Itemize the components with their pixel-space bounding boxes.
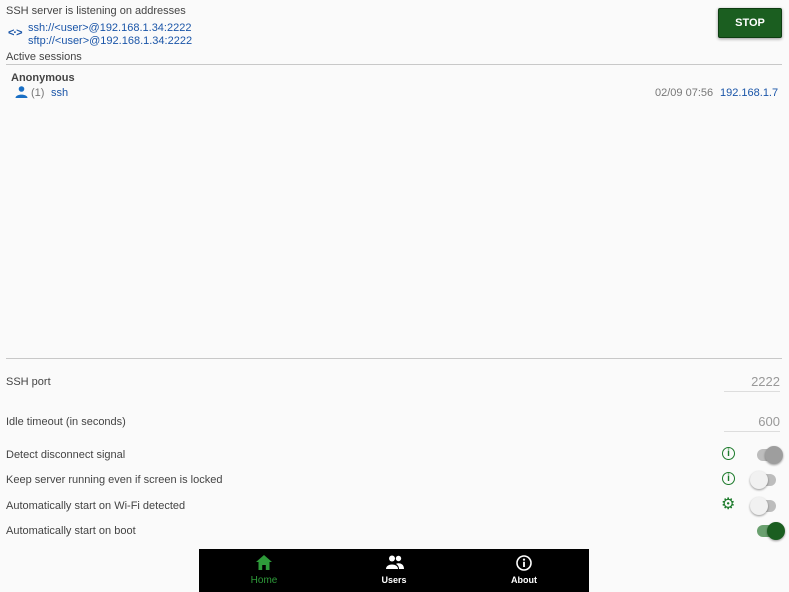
ssh-port-label: SSH port xyxy=(6,376,51,388)
nav-home-label: Home xyxy=(250,575,278,586)
info-icon[interactable]: i xyxy=(722,447,735,460)
nav-home[interactable]: Home xyxy=(199,549,329,592)
nav-about[interactable]: About xyxy=(459,549,589,592)
auto-boot-label: Automatically start on boot xyxy=(6,525,136,537)
keep-running-label: Keep server running even if screen is lo… xyxy=(6,474,223,486)
keep-running-toggle[interactable] xyxy=(750,471,776,489)
session-protocol[interactable]: ssh xyxy=(51,87,68,99)
person-icon xyxy=(15,85,28,103)
ssh-port-input[interactable]: 2222 xyxy=(724,374,780,392)
divider xyxy=(6,358,782,359)
stop-button[interactable]: STOP xyxy=(718,8,782,38)
idle-timeout-input[interactable]: 600 xyxy=(724,414,780,432)
bottom-nav: Home Users About xyxy=(199,549,589,592)
sftp-address[interactable]: sftp://<user>@192.168.1.34:2222 xyxy=(28,35,192,47)
home-icon xyxy=(256,555,272,570)
info-icon[interactable]: i xyxy=(722,472,735,485)
detect-disconnect-label: Detect disconnect signal xyxy=(6,449,126,461)
users-icon xyxy=(386,555,404,569)
gear-icon[interactable]: ⚙ xyxy=(721,497,735,513)
nav-about-label: About xyxy=(511,575,537,585)
session-count: (1) xyxy=(31,87,45,99)
divider xyxy=(6,64,782,65)
auto-boot-toggle[interactable] xyxy=(757,522,785,540)
session-ip[interactable]: 192.168.1.7 xyxy=(720,87,778,99)
listening-title: SSH server is listening on addresses xyxy=(6,5,186,17)
session-user: Anonymous xyxy=(11,72,75,84)
nav-users-label: Users xyxy=(381,575,407,585)
nav-users[interactable]: Users xyxy=(329,549,459,592)
auto-wifi-label: Automatically start on Wi-Fi detected xyxy=(6,500,186,512)
session-time: 02/09 07:56 xyxy=(655,87,714,99)
info-icon xyxy=(516,555,532,571)
auto-wifi-toggle[interactable] xyxy=(750,497,776,515)
ssh-address[interactable]: ssh://<user>@192.168.1.34:2222 xyxy=(28,22,191,34)
detect-disconnect-toggle[interactable] xyxy=(757,446,783,464)
code-arrows-icon: <·> xyxy=(8,27,22,39)
idle-timeout-label: Idle timeout (in seconds) xyxy=(6,416,126,428)
active-sessions-title: Active sessions xyxy=(6,51,82,63)
